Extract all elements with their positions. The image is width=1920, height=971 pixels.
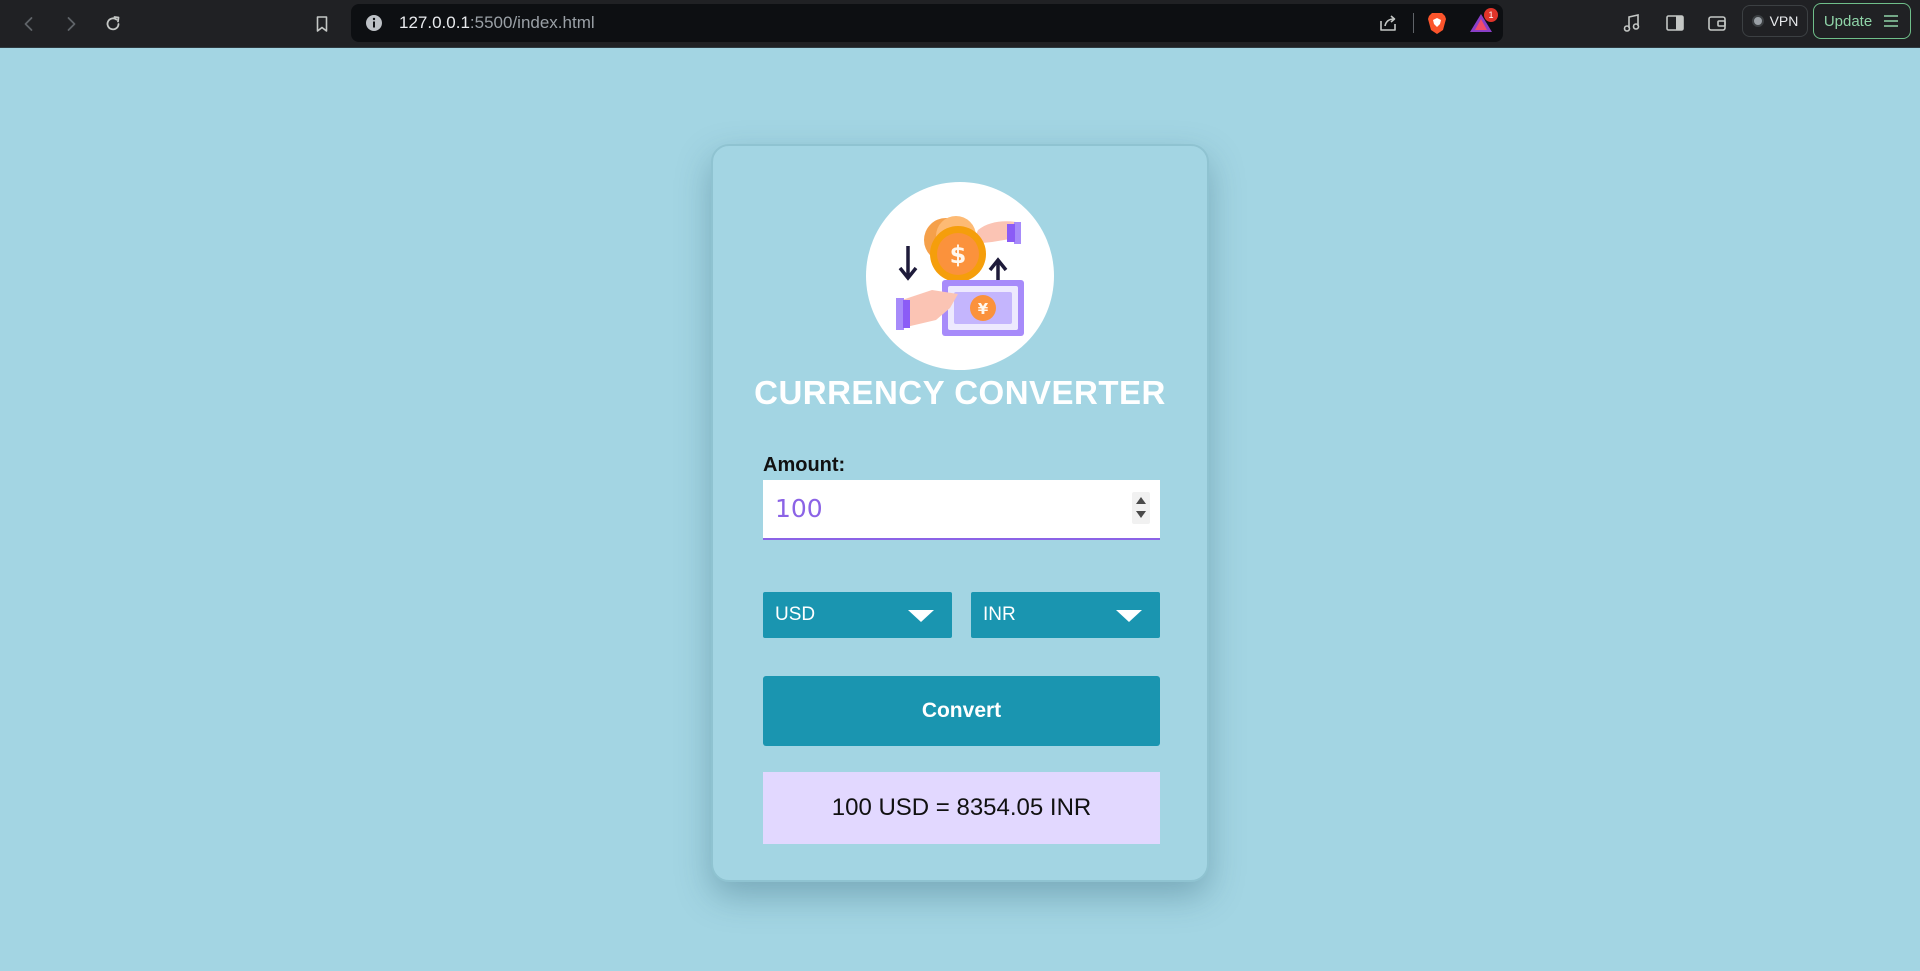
svg-text:$: $ [950,241,967,269]
share-icon[interactable] [1377,12,1399,34]
menu-icon [1884,15,1899,27]
from-currency-value: USD [775,604,816,625]
amount-stepper[interactable] [1132,492,1150,524]
address-bar[interactable]: 127.0.0.1:5500/index.html 1 [351,4,1503,42]
browser-toolbar: 127.0.0.1:5500/index.html 1 VPN Update [0,0,1920,48]
to-currency-select[interactable]: INR [971,592,1160,638]
forward-button[interactable] [55,8,87,40]
page-title: CURRENCY CONVERTER [754,374,1166,411]
rewards-badge: 1 [1484,8,1498,22]
reload-button[interactable] [97,8,129,40]
conversion-result: 100 USD = 8354.05 INR [763,772,1160,844]
music-icon [1623,14,1640,32]
url-text[interactable]: 127.0.0.1:5500/index.html [399,13,595,33]
url-path: :5500/index.html [469,13,595,32]
url-host: 127.0.0.1 [399,13,470,32]
back-icon [24,17,33,31]
vpn-status-icon [1751,15,1764,27]
url-divider [1413,13,1414,33]
wallet-icon [1708,16,1726,31]
update-button[interactable]: Update [1813,3,1911,39]
update-label: Update [1823,12,1873,30]
chevron-down-icon [1116,610,1142,622]
bookmark-button[interactable] [306,8,338,40]
vpn-label: VPN [1769,13,1799,29]
amount-value: 100 [775,494,823,523]
convert-button[interactable]: Convert [763,676,1160,746]
media-button[interactable] [1619,10,1645,36]
from-currency-select[interactable]: USD [763,592,952,638]
back-button[interactable] [13,8,45,40]
converter-card: $ ¥ CURRENCY CONVERTER Amount: 100 USD I… [711,144,1209,882]
increment-arrow-icon[interactable] [1136,497,1146,504]
vpn-button[interactable]: VPN [1742,5,1808,37]
amount-label: Amount: [763,454,846,476]
bookmark-icon [316,16,328,32]
amount-input[interactable]: 100 [763,480,1160,540]
chevron-down-icon [908,610,934,622]
wallet-button[interactable] [1704,10,1730,36]
to-currency-value: INR [983,604,1016,625]
currency-exchange-icon: $ ¥ [866,182,1054,370]
forward-icon [67,17,76,31]
reload-icon [106,16,120,31]
info-icon[interactable] [365,14,383,32]
brave-shields-icon[interactable] [1426,11,1448,35]
sidebar-icon [1666,15,1684,31]
svg-text:¥: ¥ [978,300,989,318]
decrement-arrow-icon[interactable] [1136,511,1146,518]
sidebar-button[interactable] [1662,10,1688,36]
